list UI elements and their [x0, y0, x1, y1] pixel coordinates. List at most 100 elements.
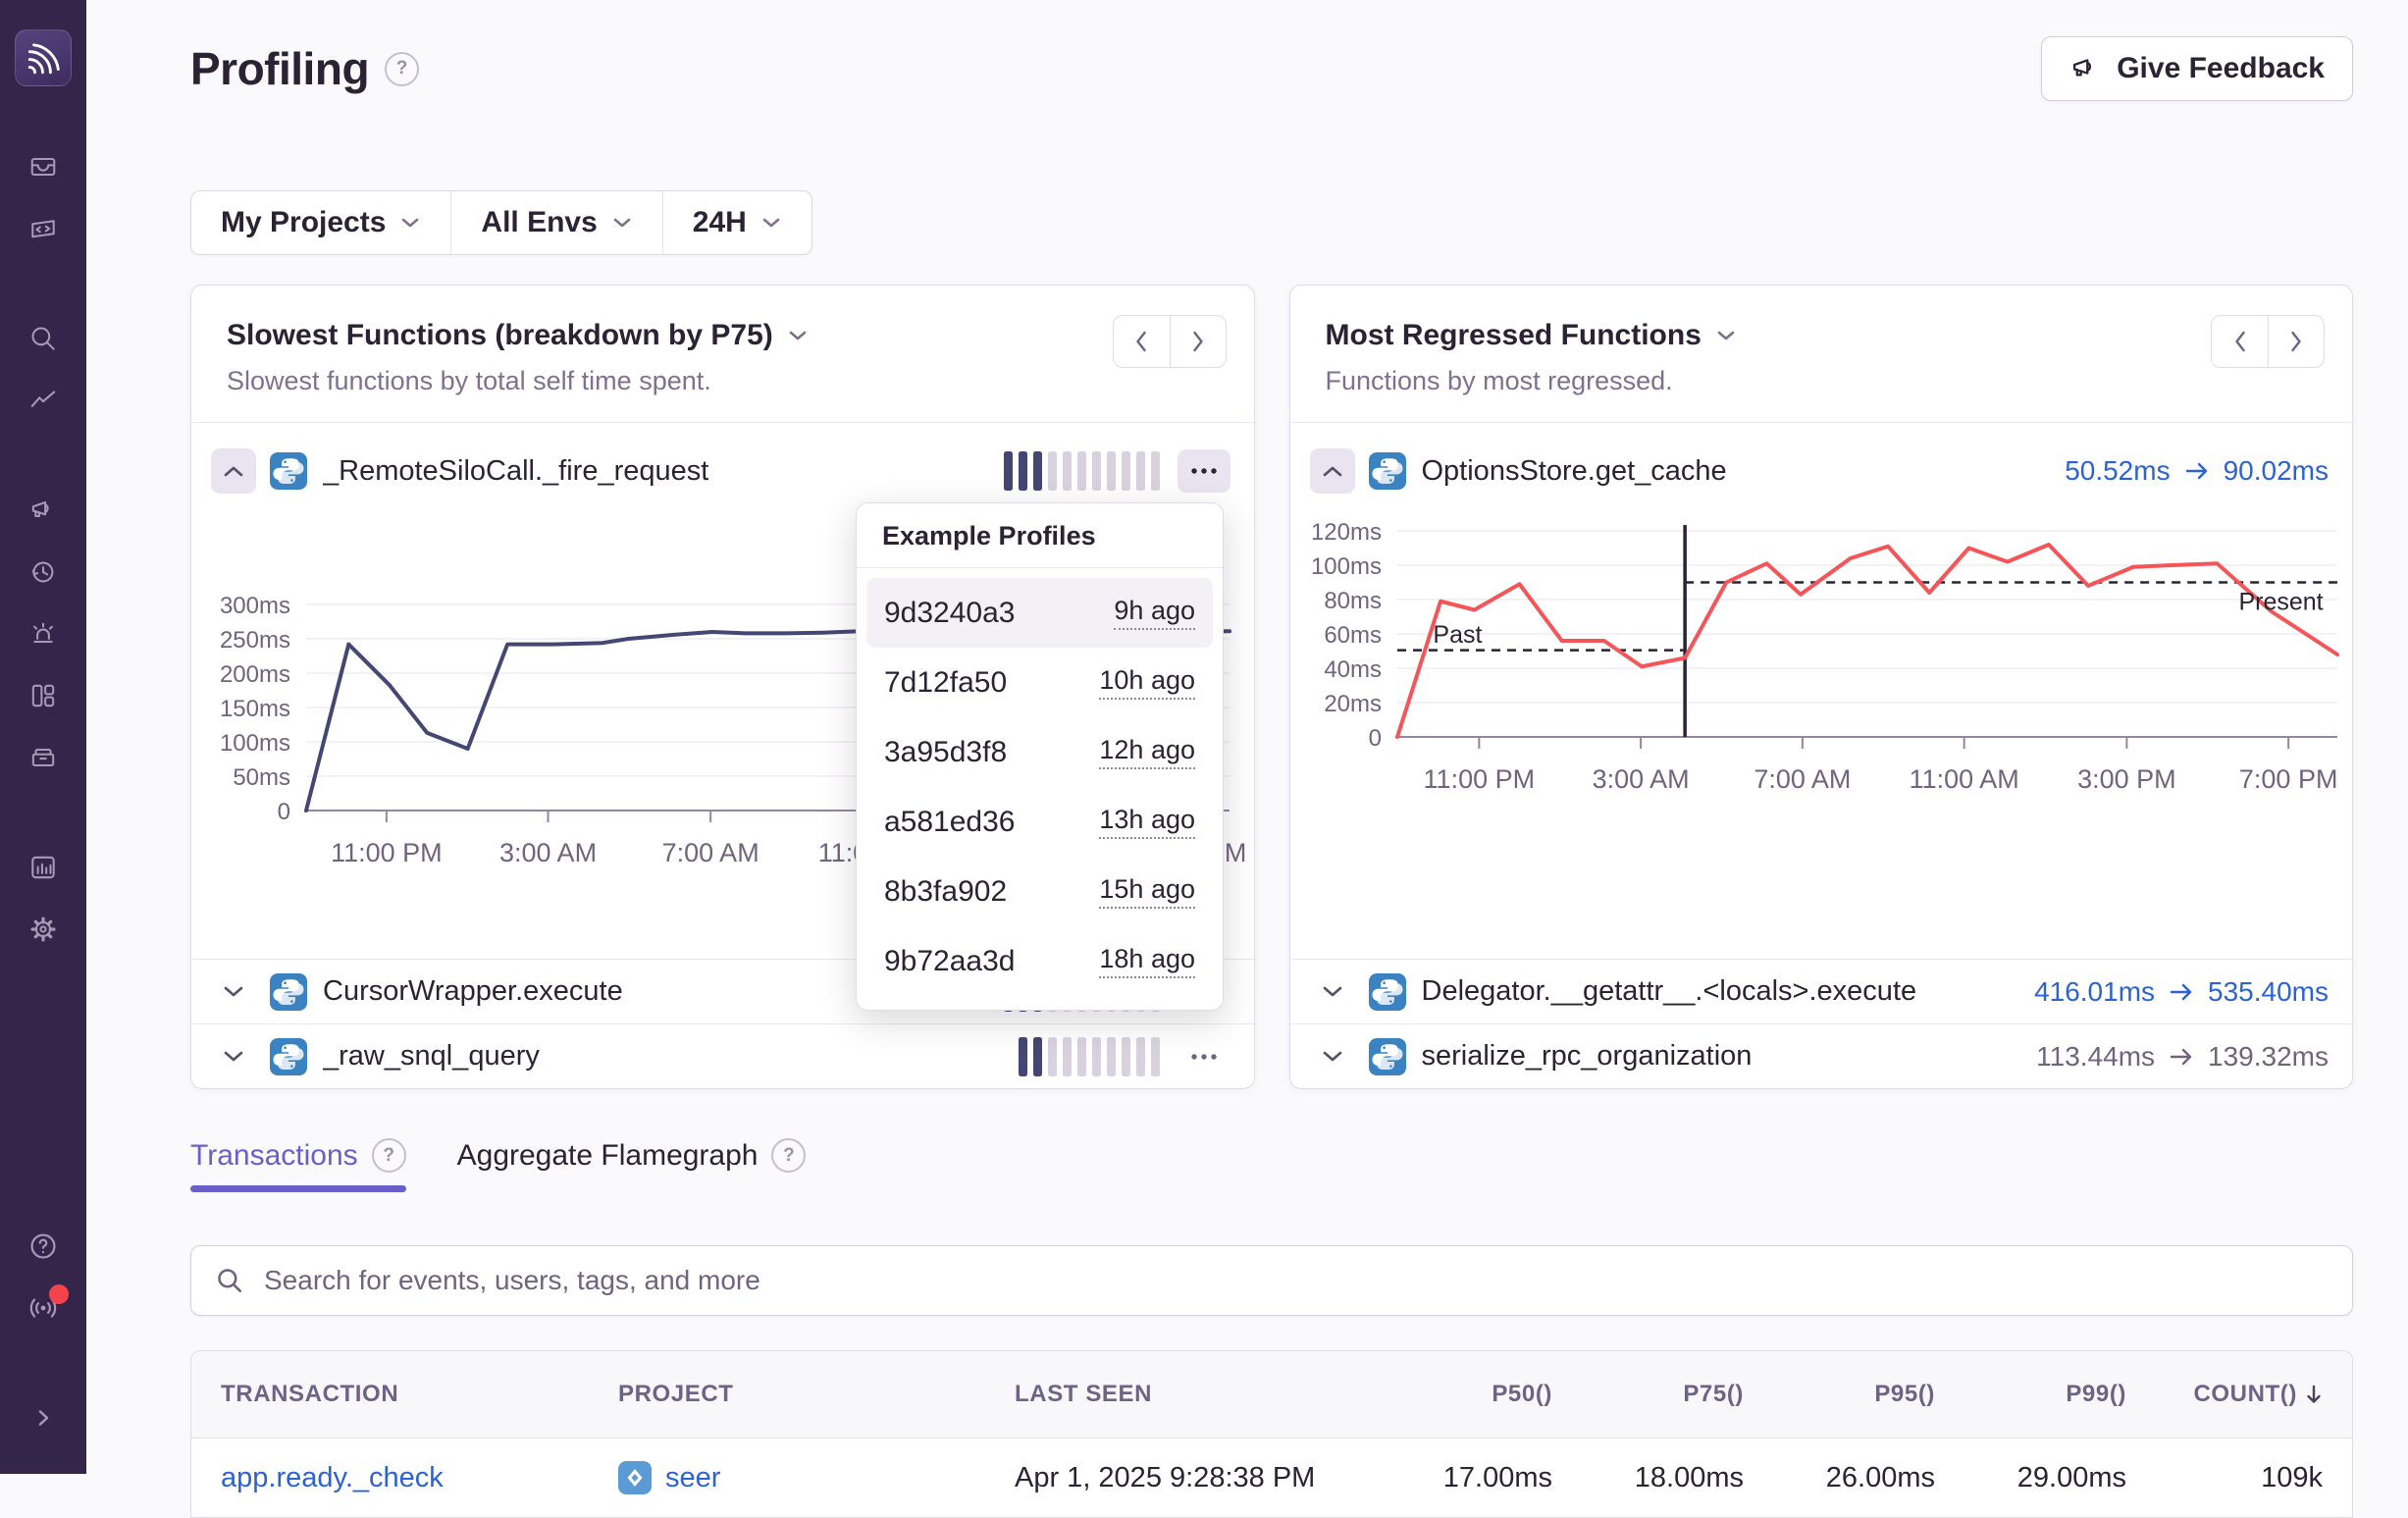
profile-id[interactable]: 9b72aa3d — [884, 945, 1015, 978]
sidebar-item-issues[interactable] — [22, 145, 65, 188]
transaction-link[interactable]: app.ready._check — [221, 1462, 618, 1494]
profile-time[interactable]: 9h ago — [1114, 596, 1195, 630]
page-help-icon[interactable]: ? — [385, 52, 419, 86]
next-page-button[interactable] — [1170, 315, 1227, 368]
column-p50[interactable]: P50() — [1366, 1381, 1552, 1408]
tab-aggregate-flamegraph[interactable]: Aggregate Flamegraph ? — [457, 1138, 807, 1192]
profile-id[interactable]: 7d12fa50 — [884, 666, 1007, 700]
sidebar-item-settings[interactable] — [22, 908, 65, 951]
chevron-down-icon[interactable] — [1715, 329, 1737, 342]
function-name[interactable]: CursorWrapper.execute — [323, 975, 623, 1008]
expand-row-button[interactable] — [211, 969, 256, 1015]
sidebar-expand-button[interactable] — [22, 1396, 65, 1439]
help-icon[interactable]: ? — [372, 1138, 406, 1173]
sidebar-item-stats[interactable] — [22, 846, 65, 889]
collapse-row-button[interactable] — [1310, 448, 1355, 494]
project-name: seer — [665, 1462, 720, 1494]
profile-item[interactable]: 3a95d3f8 12h ago — [866, 717, 1213, 787]
python-icon — [1369, 1038, 1406, 1075]
expand-row-button[interactable] — [1310, 969, 1355, 1015]
column-project[interactable]: PROJECT — [618, 1381, 1015, 1408]
column-p95[interactable]: P95() — [1744, 1381, 1935, 1408]
profile-time[interactable]: 12h ago — [1099, 735, 1195, 769]
project-filter[interactable]: My Projects — [191, 191, 451, 254]
sidebar-item-feedback[interactable] — [22, 489, 65, 532]
profiling-page: { "colors": { "sidebar_bg": "#36254B", "… — [0, 0, 2408, 1474]
collapse-row-button[interactable] — [211, 448, 256, 494]
slowest-functions-subtitle: Slowest functions by total self time spe… — [227, 366, 1227, 396]
profile-id[interactable]: 9d3240a3 — [884, 597, 1015, 630]
sentry-logo[interactable] — [15, 29, 72, 86]
search-input[interactable] — [262, 1264, 2329, 1297]
profile-item[interactable]: a581ed36 13h ago — [866, 787, 1213, 857]
expand-row-button[interactable] — [1310, 1034, 1355, 1079]
function-name[interactable]: _raw_snql_query — [323, 1040, 540, 1073]
column-count[interactable]: COUNT() — [2126, 1381, 2323, 1408]
explore-icon — [28, 214, 58, 243]
function-name[interactable]: serialize_rpc_organization — [1422, 1040, 1753, 1073]
sidebar — [0, 0, 86, 1474]
profile-time[interactable]: 18h ago — [1099, 944, 1195, 978]
column-transaction[interactable]: TRANSACTION — [221, 1381, 618, 1408]
profile-time[interactable]: 15h ago — [1099, 874, 1195, 909]
help-icon[interactable]: ? — [771, 1138, 806, 1173]
prev-page-button[interactable] — [1113, 315, 1170, 368]
project-cell[interactable]: seer — [618, 1461, 1015, 1494]
whats-new-button[interactable] — [22, 1286, 65, 1330]
give-feedback-button[interactable]: Give Feedback — [2041, 36, 2353, 101]
profile-item[interactable]: 8b3fa902 15h ago — [866, 857, 1213, 926]
tab-flamegraph-label: Aggregate Flamegraph — [457, 1139, 759, 1173]
date-range-filter[interactable]: 24H — [663, 191, 811, 254]
profile-time[interactable]: 13h ago — [1099, 805, 1195, 839]
p99-cell: 29.00ms — [1935, 1462, 2126, 1494]
profile-item[interactable]: 7d12fa50 10h ago — [866, 648, 1213, 717]
main-area: Profiling ? Give Feedback My Projects Al… — [86, 0, 2408, 1474]
search-icon — [28, 324, 58, 353]
pager — [2211, 315, 2325, 368]
environment-filter[interactable]: All Envs — [451, 191, 662, 254]
more-options-button[interactable] — [1178, 1035, 1230, 1078]
last-seen-cell: Apr 1, 2025 9:28:38 PM — [1015, 1462, 1366, 1494]
prev-page-button[interactable] — [2211, 315, 2268, 368]
slowest-functions-title[interactable]: Slowest Functions (breakdown by P75) — [227, 319, 773, 352]
function-name[interactable]: Delegator.__getattr__.<locals>.execute — [1422, 975, 1917, 1008]
next-page-button[interactable] — [2268, 315, 2325, 368]
sidebar-item-explore[interactable] — [22, 207, 65, 250]
profile-time[interactable]: 10h ago — [1099, 665, 1195, 700]
chevron-down-icon — [1321, 1049, 1344, 1065]
chevron-down-icon — [1321, 984, 1344, 1000]
sidebar-item-dashboards[interactable] — [22, 674, 65, 717]
function-name[interactable]: _RemoteSiloCall._fire_request — [323, 455, 708, 488]
column-last-seen[interactable]: LAST SEEN — [1015, 1381, 1366, 1408]
chevron-down-icon — [399, 216, 421, 230]
tab-transactions[interactable]: Transactions ? — [190, 1138, 406, 1192]
svg-text:11:00 PM: 11:00 PM — [331, 838, 443, 867]
column-p99[interactable]: P99() — [1935, 1381, 2126, 1408]
sidebar-item-trends[interactable] — [22, 379, 65, 422]
most-regressed-subtitle: Functions by most regressed. — [1326, 366, 2326, 396]
most-regressed-panel: Most Regressed Functions Functions by mo… — [1289, 285, 2354, 1089]
profile-item[interactable]: 9d3240a3 9h ago — [866, 578, 1213, 648]
sidebar-item-search[interactable] — [22, 317, 65, 360]
column-p75[interactable]: P75() — [1552, 1381, 1744, 1408]
chevron-right-icon — [29, 1404, 57, 1432]
function-name[interactable]: OptionsStore.get_cache — [1422, 455, 1727, 488]
sidebar-item-replays[interactable] — [22, 550, 65, 594]
tab-bar: Transactions ? Aggregate Flamegraph ? — [190, 1138, 2353, 1192]
python-icon — [270, 452, 307, 490]
profile-id[interactable]: 8b3fa902 — [884, 875, 1007, 909]
profile-id[interactable]: a581ed36 — [884, 806, 1015, 839]
more-options-button[interactable] — [1178, 449, 1230, 493]
archive-box-icon — [28, 743, 58, 772]
svg-text:150ms: 150ms — [220, 696, 290, 722]
svg-text:200ms: 200ms — [220, 661, 290, 688]
help-button[interactable] — [22, 1225, 65, 1268]
sidebar-item-alerts[interactable] — [22, 612, 65, 655]
expand-row-button[interactable] — [211, 1034, 256, 1079]
chevron-down-icon[interactable] — [787, 329, 809, 342]
regression-values: 416.01ms 535.40ms — [2034, 976, 2329, 1008]
sidebar-item-releases[interactable] — [22, 736, 65, 779]
most-regressed-title[interactable]: Most Regressed Functions — [1326, 319, 1701, 352]
profile-item[interactable]: 9b72aa3d 18h ago — [866, 926, 1213, 996]
profile-id[interactable]: 3a95d3f8 — [884, 736, 1007, 769]
